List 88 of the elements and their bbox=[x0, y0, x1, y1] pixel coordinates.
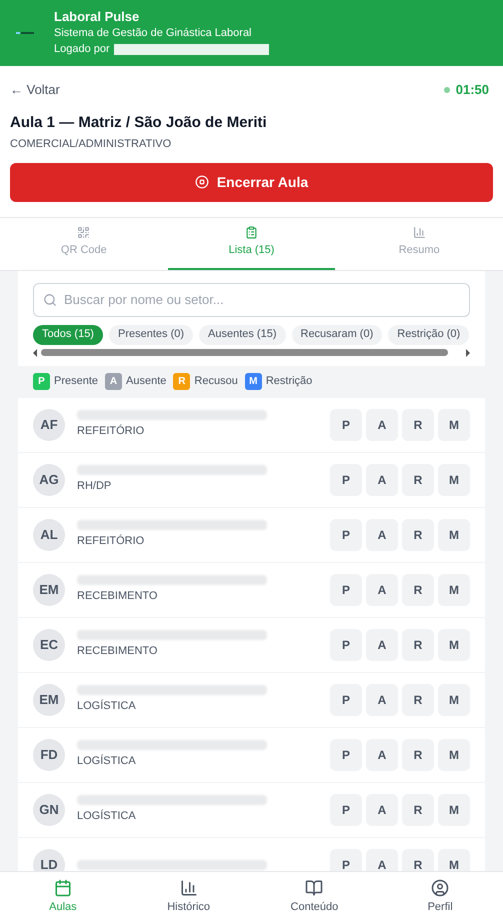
filter-chip[interactable]: Todos (15) bbox=[33, 324, 103, 344]
avatar: AG bbox=[33, 464, 65, 496]
bar-chart-icon bbox=[180, 879, 198, 898]
legend-key: A bbox=[105, 373, 122, 390]
login-label: Logado por bbox=[54, 42, 110, 57]
nav-item[interactable]: Histórico bbox=[126, 872, 252, 923]
status-button[interactable]: A bbox=[366, 518, 398, 550]
status-button[interactable]: P bbox=[330, 518, 362, 550]
status-button[interactable]: M bbox=[438, 848, 470, 871]
class-sector: COMERCIAL/ADMINISTRATIVO bbox=[10, 137, 172, 152]
clipboard-icon bbox=[245, 226, 258, 240]
legend-label: Recusou bbox=[194, 374, 238, 390]
app-subtitle: Sistema de Gestão de Ginástica Laboral bbox=[54, 26, 253, 41]
status-button[interactable]: A bbox=[366, 408, 398, 440]
status-button[interactable]: R bbox=[402, 408, 434, 440]
timer: 01:50 bbox=[456, 81, 489, 99]
avatar: EC bbox=[33, 628, 65, 660]
bar-chart-icon bbox=[412, 226, 426, 240]
avatar: EM bbox=[33, 684, 65, 716]
avatar: EM bbox=[33, 574, 65, 606]
person-sector: LOGÍSTICA bbox=[77, 698, 137, 714]
avatar: GN bbox=[33, 794, 65, 826]
status-button[interactable]: M bbox=[438, 408, 470, 440]
app-title: Laboral Pulse bbox=[54, 9, 140, 25]
status-button[interactable]: P bbox=[330, 738, 362, 770]
stop-icon bbox=[194, 175, 209, 189]
search-icon bbox=[43, 292, 57, 306]
person-sector: RECEBIMENTO bbox=[77, 588, 158, 604]
status-button[interactable]: R bbox=[402, 684, 434, 716]
status-button[interactable]: R bbox=[402, 574, 434, 606]
status-button[interactable]: R bbox=[402, 848, 434, 871]
legend-label: Presente bbox=[54, 374, 98, 390]
back-link[interactable]: ← Voltar bbox=[10, 80, 60, 100]
legend-key: R bbox=[173, 373, 190, 390]
status-button[interactable]: A bbox=[366, 574, 398, 606]
logo-icon bbox=[16, 30, 34, 36]
status-button[interactable]: M bbox=[438, 738, 470, 770]
status-button[interactable]: R bbox=[402, 794, 434, 826]
status-button[interactable]: A bbox=[366, 628, 398, 660]
class-title: Aula 1 — Matriz / São João de Meriti bbox=[10, 112, 268, 132]
filter-chip[interactable]: Recusaram (0) bbox=[292, 324, 382, 344]
status-button[interactable]: P bbox=[330, 794, 362, 826]
status-button[interactable]: A bbox=[366, 794, 398, 826]
end-class-button[interactable]: Encerrar Aula bbox=[10, 162, 493, 202]
nav-item[interactable]: Conteúdo bbox=[252, 872, 378, 923]
avatar: LD bbox=[33, 848, 65, 871]
status-button[interactable]: P bbox=[330, 408, 362, 440]
person-sector: LOGÍSTICA bbox=[77, 754, 137, 769]
person-sector: REFEITÓRIO bbox=[77, 424, 146, 439]
status-button[interactable]: P bbox=[330, 464, 362, 496]
status-button[interactable]: P bbox=[330, 574, 362, 606]
status-button[interactable]: R bbox=[402, 464, 434, 496]
legend-key: P bbox=[33, 373, 50, 390]
person-sector: REFEITÓRIO bbox=[77, 534, 146, 549]
book-icon bbox=[305, 879, 324, 898]
status-button[interactable]: A bbox=[366, 848, 398, 871]
nav-item[interactable]: Perfil bbox=[377, 872, 503, 923]
status-button[interactable]: P bbox=[330, 848, 362, 871]
status-button[interactable]: A bbox=[366, 738, 398, 770]
legend-label: Ausente bbox=[126, 374, 166, 390]
person-sector: LOGÍSTICA bbox=[77, 808, 137, 824]
filter-chip[interactable]: Ausentes (15) bbox=[199, 324, 286, 344]
avatar: AL bbox=[33, 518, 65, 550]
status-button[interactable]: M bbox=[438, 684, 470, 716]
status-button[interactable]: A bbox=[366, 464, 398, 496]
status-button[interactable]: R bbox=[402, 738, 434, 770]
avatar: FD bbox=[33, 738, 65, 770]
legend-key: M bbox=[244, 373, 262, 390]
filter-chip[interactable]: Presentes (0) bbox=[108, 324, 194, 344]
search-field[interactable]: Buscar por nome ou setor... bbox=[33, 282, 470, 316]
user-circle-icon bbox=[431, 879, 450, 898]
status-button[interactable]: M bbox=[438, 794, 470, 826]
calendar-icon bbox=[54, 879, 72, 898]
status-button[interactable]: R bbox=[402, 518, 434, 550]
avatar: AF bbox=[33, 408, 65, 440]
qr-code-icon bbox=[77, 226, 90, 240]
legend-label: Restrição bbox=[266, 374, 312, 390]
status-button[interactable]: M bbox=[438, 464, 470, 496]
person-sector: RECEBIMENTO bbox=[77, 644, 158, 659]
status-button[interactable]: R bbox=[402, 628, 434, 660]
status-button[interactable]: P bbox=[330, 628, 362, 660]
status-button[interactable]: M bbox=[438, 574, 470, 606]
status-button[interactable]: A bbox=[366, 684, 398, 716]
status-button[interactable]: M bbox=[438, 518, 470, 550]
person-sector: RH/DP bbox=[77, 478, 112, 494]
filter-chip[interactable]: Restrição (0) bbox=[388, 324, 470, 344]
status-button[interactable]: M bbox=[438, 628, 470, 660]
status-button[interactable]: P bbox=[330, 684, 362, 716]
